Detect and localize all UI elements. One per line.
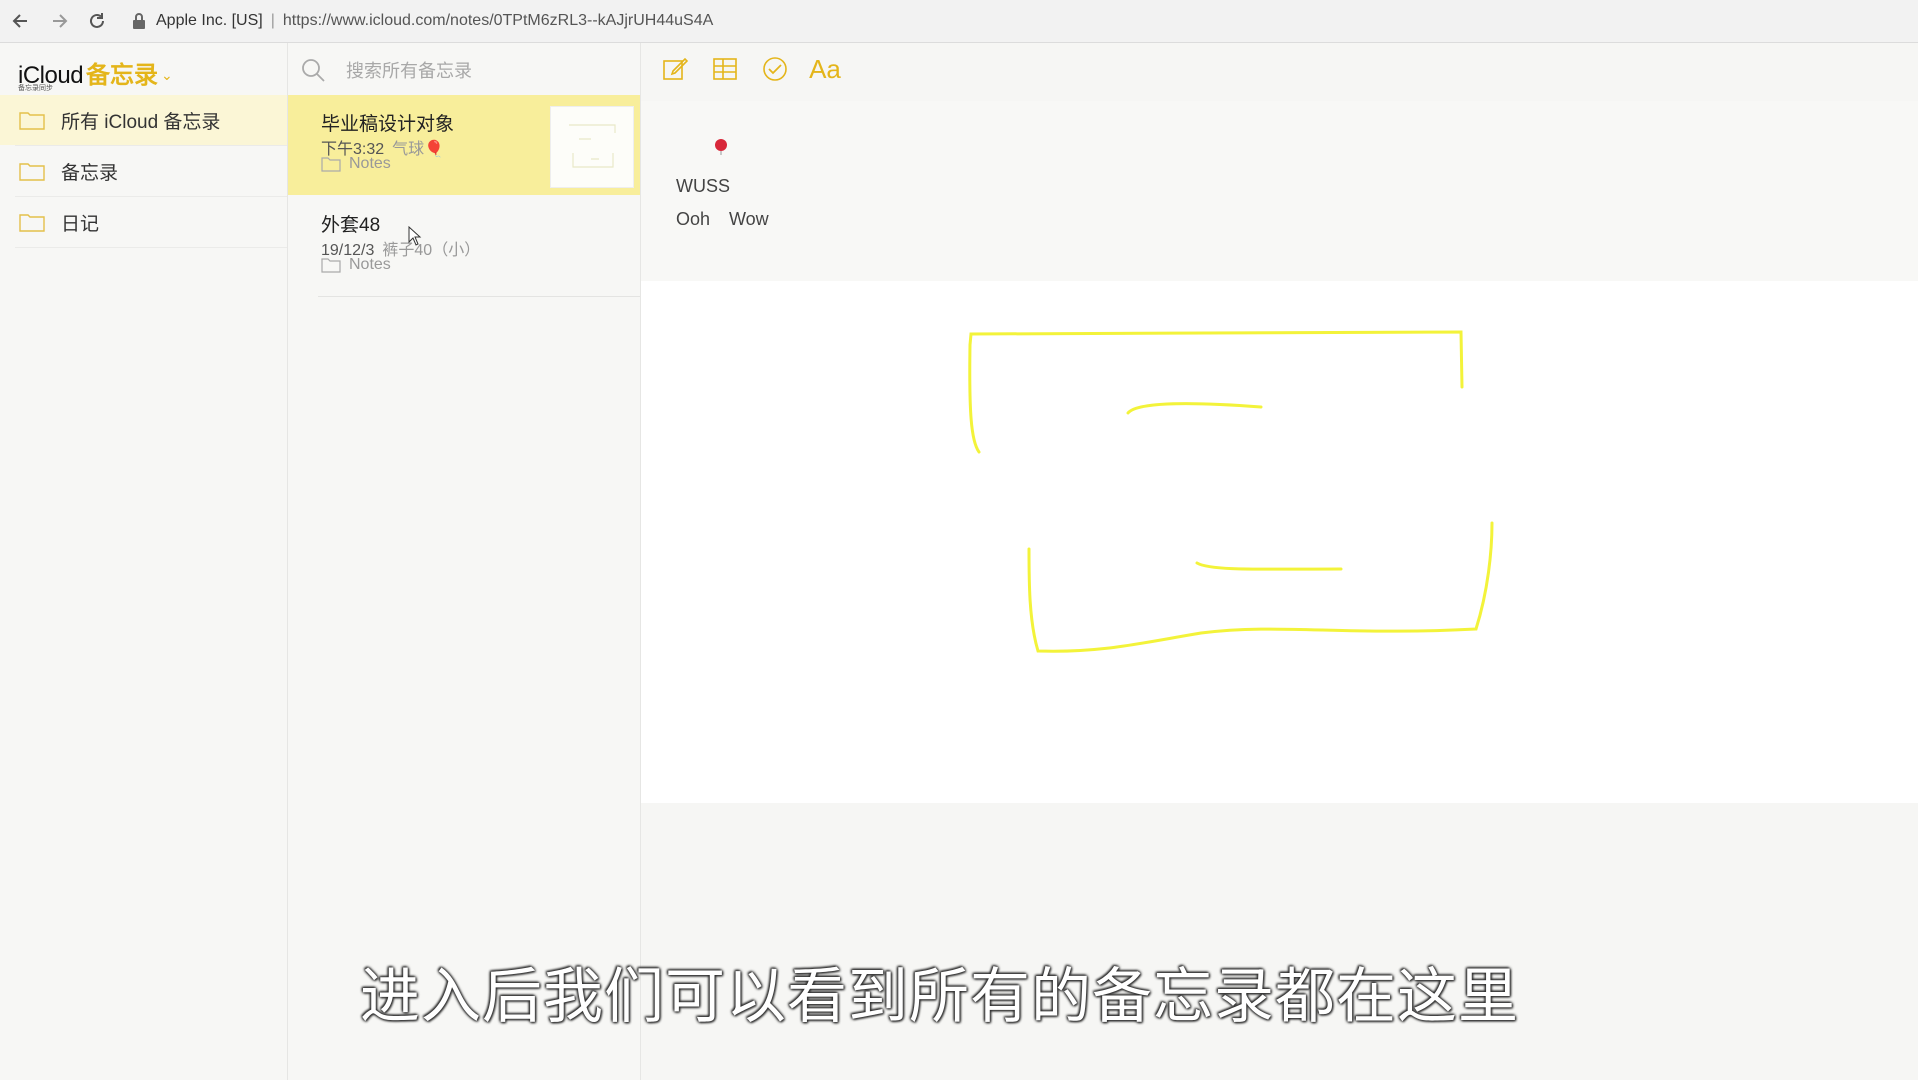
note-folder: Notes <box>321 155 391 173</box>
note-preview: 气球🎈 <box>392 141 445 158</box>
note-title: 外套48 <box>321 215 381 236</box>
forward-button[interactable] <box>42 4 76 38</box>
note-folder: Notes <box>321 256 391 274</box>
note-item[interactable]: 外套48 19/12/3 裤子40（小） Notes <box>288 196 640 296</box>
video-subtitle: 进入后我们可以看到所有的备忘录都在这里 <box>360 962 1519 1032</box>
note-preview: 裤子40（小） <box>382 242 481 259</box>
reload-button[interactable] <box>80 4 114 38</box>
folder-icon <box>321 157 341 172</box>
checklist-button[interactable] <box>759 53 791 85</box>
note-title: 毕业稿设计对象 <box>321 114 455 135</box>
brand-app-name: 备忘录 <box>86 62 159 89</box>
note-folder-label: Notes <box>349 155 391 172</box>
url-text: https://www.icloud.com/notes/0TPtM6zRL3-… <box>282 12 714 29</box>
reload-icon <box>90 13 104 28</box>
sketch-stroke <box>1027 521 1494 653</box>
browser-toolbar: Apple Inc. [US] | https://www.icloud.com… <box>0 0 1918 43</box>
folders-sidebar: iCloud 备忘录 ⌄ 备忘录同步 所有 iCloud 备忘录 备忘录 日记 <box>0 43 288 1080</box>
mouse-cursor-icon <box>408 226 422 246</box>
table-icon <box>713 58 737 80</box>
arrow-right-icon <box>53 14 68 28</box>
note-folder-label: Notes <box>349 256 391 273</box>
folder-notes[interactable]: 备忘录 <box>0 146 287 196</box>
compose-icon <box>663 57 689 80</box>
folder-icon <box>19 112 45 130</box>
note-editor: Aa WUSS Ooh Wow <box>641 43 1918 1080</box>
address-separator: | <box>270 12 275 29</box>
address-bar[interactable]: Apple Inc. [US] | https://www.icloud.com… <box>132 12 713 30</box>
divider <box>15 247 287 248</box>
sketch-canvas[interactable] <box>641 281 1918 803</box>
sketch-stroke <box>1126 402 1263 415</box>
arrow-left-icon <box>12 14 27 28</box>
folder-icon <box>19 163 45 181</box>
folder-diary[interactable]: 日记 <box>0 197 287 247</box>
compose-button[interactable] <box>659 53 691 85</box>
folder-all-icloud-notes[interactable]: 所有 iCloud 备忘录 <box>0 95 287 145</box>
folder-label: 日记 <box>61 213 100 235</box>
search-input[interactable]: 搜索所有备忘录 <box>346 57 472 83</box>
search-box[interactable]: 搜索所有备忘录 <box>300 53 472 87</box>
format-button[interactable]: Aa <box>809 53 841 85</box>
checkmark-circle-icon <box>763 57 787 81</box>
sketch-stroke <box>968 330 1464 454</box>
note-thumbnail <box>550 106 634 188</box>
note-line-text: WUSS <box>676 176 730 196</box>
sketch-drawing <box>968 330 1494 653</box>
notes-list-pane: 搜索所有备忘录 毕业稿设计对象 下午3:32 气球🎈 Notes 外套48 19/… <box>288 43 641 1080</box>
folder-label: 备忘录 <box>61 162 119 184</box>
back-button[interactable] <box>4 4 38 38</box>
table-button[interactable] <box>709 53 741 85</box>
sketch-stroke <box>1195 561 1343 571</box>
note-line-text: Wow <box>729 209 769 229</box>
sketch-thumbnail <box>569 124 616 168</box>
folder-icon <box>321 258 341 273</box>
chevron-down-icon: ⌄ <box>161 67 173 83</box>
note-line-text: Ooh <box>676 209 711 229</box>
search-icon <box>302 59 325 82</box>
lock-icon <box>133 13 145 29</box>
folder-icon <box>19 214 45 232</box>
balloon-icon <box>715 139 727 155</box>
note-text-area[interactable] <box>641 101 1918 281</box>
divider <box>318 296 640 297</box>
folder-label: 所有 iCloud 备忘录 <box>61 111 221 133</box>
site-identity: Apple Inc. [US] <box>156 12 263 29</box>
editor-toolbar: Aa <box>659 53 859 85</box>
brand-subtitle: 备忘录同步 <box>18 85 53 92</box>
note-item[interactable]: 毕业稿设计对象 下午3:32 气球🎈 Notes <box>288 95 640 195</box>
